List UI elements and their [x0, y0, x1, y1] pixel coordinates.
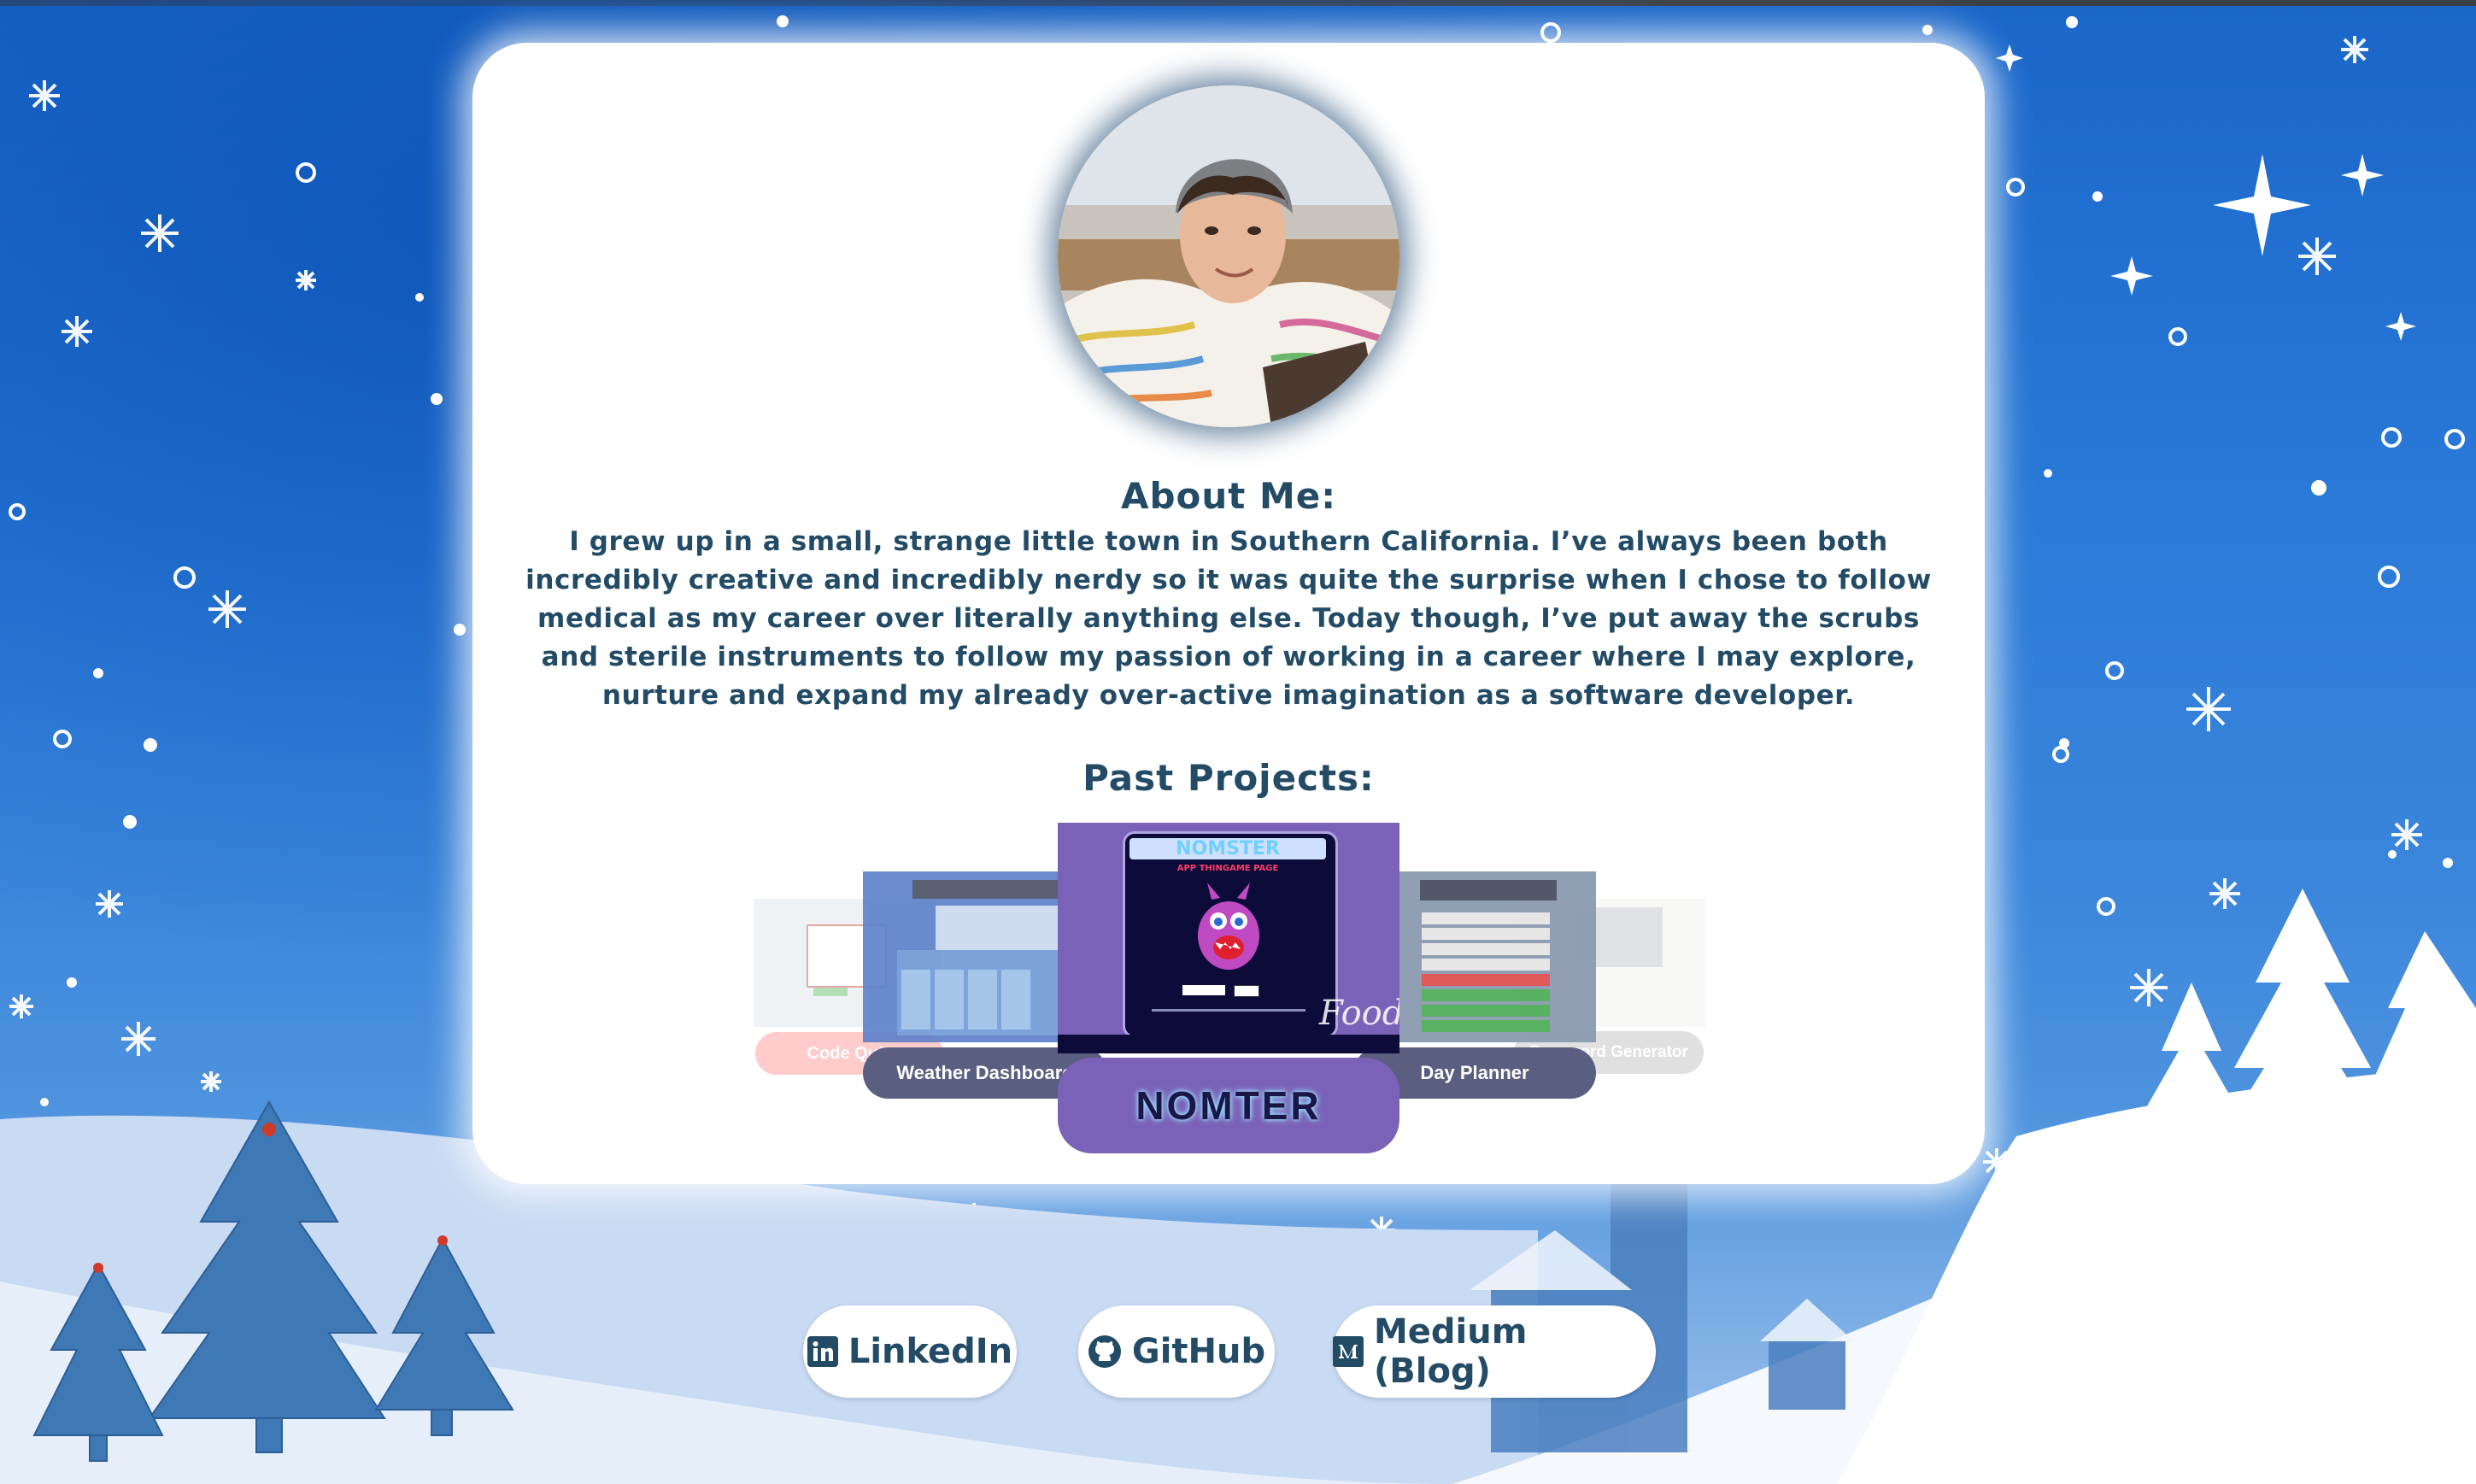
nomster-screen-title: NOMSTER [1129, 838, 1326, 859]
projects-heading: Past Projects: [1083, 757, 1375, 799]
linkedin-label: LinkedIn [848, 1332, 1013, 1371]
github-button[interactable]: GitHub [1078, 1305, 1275, 1398]
about-heading: About Me: [1120, 475, 1337, 517]
monster-icon [1198, 883, 1259, 970]
github-icon [1088, 1335, 1121, 1368]
linkedin-icon [807, 1336, 838, 1367]
medium-label: Medium (Blog) [1373, 1312, 1528, 1391]
project-label-nomter[interactable]: NOMTER [1058, 1058, 1399, 1153]
project-thumb-nomter[interactable]: NOMSTER APP THINGAME PAGE Food [1058, 823, 1399, 1053]
linkedin-button[interactable]: LinkedIn [803, 1305, 1017, 1398]
food-word: Food [1319, 994, 1399, 1033]
github-label: GitHub [1131, 1332, 1266, 1371]
medium-button[interactable]: Medium (Blog) [1333, 1305, 1656, 1398]
project-thumb-day-planner[interactable] [1399, 871, 1596, 1042]
medium-icon [1333, 1336, 1364, 1367]
profile-photo [1058, 85, 1399, 427]
nomster-screen-subtitle: APP THINGAME PAGE [1176, 864, 1279, 873]
about-paragraph: I grew up in a small, strange little tow… [525, 526, 1932, 711]
project-thumb-weather-dashboard[interactable] [863, 871, 1059, 1042]
